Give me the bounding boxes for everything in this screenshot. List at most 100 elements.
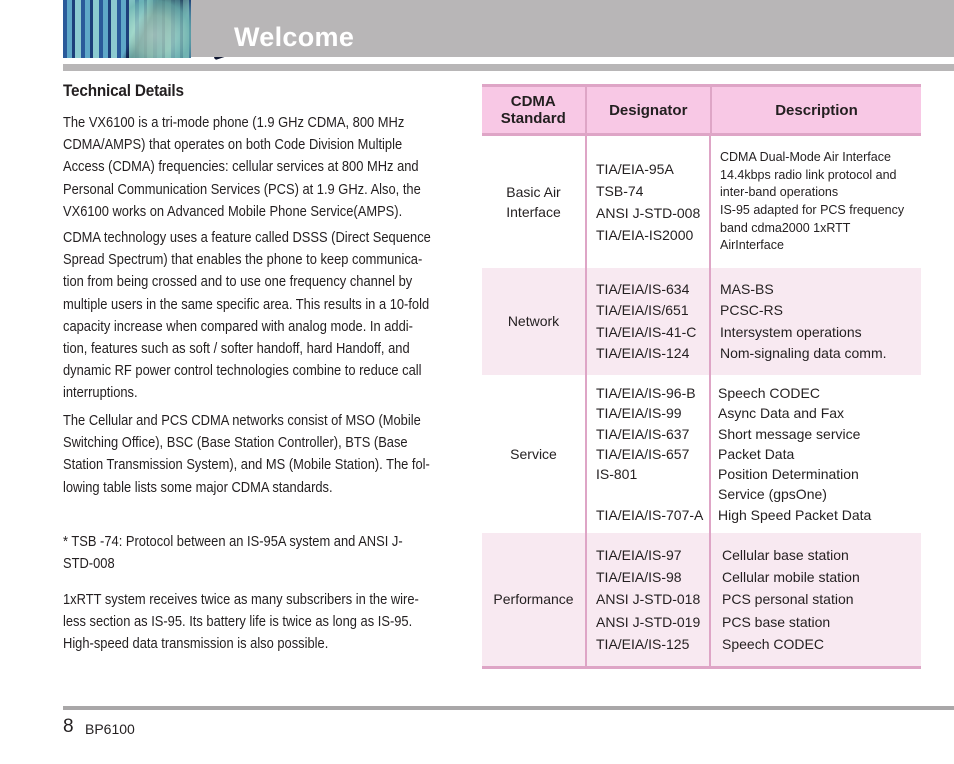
text-line: PCS personal station xyxy=(722,591,854,608)
page-number: 8 xyxy=(63,716,74,737)
text-line: interruptions. xyxy=(63,384,138,402)
model-name: BP6100 xyxy=(85,721,135,737)
footer-divider xyxy=(63,706,954,710)
text-line: Network xyxy=(507,312,560,329)
text-line: TIA/EIA/IS-96-B xyxy=(596,385,696,402)
text-line: Speech CODEC xyxy=(722,635,824,652)
text-line xyxy=(596,484,703,504)
page-title: Welcome xyxy=(234,22,355,52)
technical-details-section: Technical Details The VX6100 is a tri-mo… xyxy=(63,78,463,652)
text-line: 1xRTT system receives twice as many subs… xyxy=(63,591,419,608)
paragraph-intro: The VX6100 is a tri-mode phone (1.9 GHz … xyxy=(63,112,463,223)
text-line: High-speed data transmission is also pos… xyxy=(63,635,329,653)
text-line: CDMA xyxy=(510,93,556,110)
footnote-tsb74: * TSB -74: Protocol between an IS-95A sy… xyxy=(63,531,463,575)
cell-designators: TIA/EIA/IS-97 TIA/EIA/IS-98 ANSI J-STD-018… xyxy=(596,544,700,655)
text-line: TIA/EIA/IS-124 xyxy=(596,345,690,361)
text-line: less section as IS-95. Its battery life … xyxy=(63,613,413,631)
text-line: * TSB -74: Protocol between an IS-95A sy… xyxy=(63,533,403,550)
text-line: Description xyxy=(775,101,858,119)
text-line: CDMA Dual-Mode Air Interface xyxy=(720,150,891,165)
table-bottom-border xyxy=(482,666,921,669)
text-line: lowing table lists some major CDMA stand… xyxy=(63,478,333,496)
text-line: CDMA/AMPS) that operates on both Code Di… xyxy=(63,136,403,154)
table-row: Basic Air Interface TIA/EIA-95A TSB-74 ANSI… xyxy=(482,136,921,268)
column-header-description: Description xyxy=(709,87,921,133)
text-line: Station Transmission System), and MS (Mo… xyxy=(63,456,430,474)
table-row: Service TIA/EIA/IS-96-B TIA/EIA/IS-99 TIA/… xyxy=(482,375,921,533)
text-line: The Cellular and PCS CDMA networks consi… xyxy=(63,412,421,429)
text-line: Standard xyxy=(500,110,566,127)
text-line: ANSI J-STD-018 xyxy=(596,591,701,608)
cell-descriptions: MAS-BS PCSC-RS Intersystem operations Nom-s… xyxy=(720,279,887,365)
text-line: Speech CODEC xyxy=(718,385,820,402)
text-line: TIA/EIA/IS-637 xyxy=(596,425,690,442)
cell-descriptions: CDMA Dual-Mode Air Interface 14.4kbps rad… xyxy=(720,149,904,255)
text-line: tion, features such as soft / softer han… xyxy=(63,340,410,358)
text-line: Cellular base station xyxy=(722,546,849,563)
text-line: ANSI J-STD-019 xyxy=(596,613,701,630)
text-line: Performance xyxy=(493,591,574,608)
cell-descriptions: Speech CODEC Async Data and Fax Short mess… xyxy=(718,383,871,524)
table-row: Performance TIA/EIA/IS-97 TIA/EIA/IS-98 AN… xyxy=(482,533,921,666)
text-line: tion from being crossed and to use one f… xyxy=(63,273,413,291)
cdma-standards-table: CDMA Standard Designator Description Basi… xyxy=(482,84,921,669)
table-row: Network TIA/EIA/IS-634 TIA/EIA/IS/651 TIA/… xyxy=(482,268,921,375)
text-line: Short message service xyxy=(718,425,861,442)
text-line: The VX6100 is a tri-mode phone (1.9 GHz … xyxy=(63,114,405,131)
text-line: Cellular mobile station xyxy=(722,569,860,586)
text-line: IS-95 adapted for PCS frequency xyxy=(720,203,905,217)
text-line: TIA/EIA/IS-41-C xyxy=(596,323,697,340)
text-line: Intersystem operations xyxy=(720,323,862,340)
text-line: Interface xyxy=(506,204,561,220)
text-line: ANSI J-STD-008 xyxy=(596,205,701,221)
text-line: PCSC-RS xyxy=(720,302,784,318)
text-line: STD-008 xyxy=(63,555,115,573)
text-line: Service (gpsOne) xyxy=(718,486,827,503)
text-line: CDMA technology uses a feature called DS… xyxy=(63,229,431,246)
text-line: Switching Office), BSC (Base Station Con… xyxy=(63,434,408,452)
text-line: VX6100 works on Advanced Mobile Phone Se… xyxy=(63,202,403,220)
text-line: TIA/EIA/IS-125 xyxy=(596,635,690,652)
text-line: TIA/EIA/IS-657 xyxy=(596,445,690,462)
section-title: Technical Details xyxy=(63,81,184,100)
column-header-designator: Designator xyxy=(584,87,710,133)
text-line: TIA/EIA-IS2000 xyxy=(596,227,694,243)
header-photo xyxy=(63,0,234,61)
cell-standard: Basic Air Interface xyxy=(482,136,585,268)
cell-descriptions: Cellular base station Cellular mobile sta… xyxy=(722,544,860,655)
header-divider xyxy=(63,64,954,71)
cell-standard: Network xyxy=(482,268,585,375)
text-line: TIA/EIA-95A xyxy=(596,161,674,177)
text-line: TSB-74 xyxy=(596,183,644,199)
table-header-row: CDMA Standard Designator Description xyxy=(482,87,921,136)
text-line: Position Determination xyxy=(718,466,859,483)
cell-designators: TIA/EIA/IS-96-B TIA/EIA/IS-99 TIA/EIA/IS-6… xyxy=(596,383,703,524)
cell-designators: TIA/EIA/IS-634 TIA/EIA/IS/651 TIA/EIA/IS-4… xyxy=(596,279,696,365)
text-line: TIA/EIA/IS-707-A xyxy=(596,506,704,523)
cell-standard: Service xyxy=(482,375,585,533)
paragraph-1xrtt: 1xRTT system receives twice as many subs… xyxy=(63,589,463,656)
text-line: Personal Communication Services (PCS) at… xyxy=(63,180,421,198)
text-line: High Speed Packet Data xyxy=(718,506,872,523)
text-line: inter-band operations xyxy=(720,185,839,200)
paragraph-networks: The Cellular and PCS CDMA networks consi… xyxy=(63,410,463,499)
text-line: TIA/EIA/IS-98 xyxy=(596,569,682,586)
text-line: Packet Data xyxy=(718,445,795,462)
cell-standard: Performance xyxy=(482,533,585,666)
text-line: MAS-BS xyxy=(720,280,774,297)
column-header-standard: CDMA Standard xyxy=(482,87,585,133)
text-line: IS-801 xyxy=(596,466,638,483)
paragraph-dsss: CDMA technology uses a feature called DS… xyxy=(63,227,463,405)
text-line: TIA/EIA/IS-99 xyxy=(596,405,682,422)
text-line: TIA/EIA/IS/651 xyxy=(596,302,689,318)
text-line: band cdma2000 1xRTT xyxy=(720,220,851,235)
text-line: Access (CDMA) frequencies: cellular serv… xyxy=(63,158,419,176)
text-line: capacity increase when compared with ana… xyxy=(63,317,413,335)
text-line: Spread Spectrum) that enables the phone … xyxy=(63,251,423,269)
text-line: TIA/EIA/IS-634 xyxy=(596,280,690,297)
text-line: multiple users in the same specific area… xyxy=(63,295,430,313)
text-line: Service xyxy=(510,445,557,462)
text-line: dynamic RF power control technologies co… xyxy=(63,362,422,380)
text-line: Basic Air xyxy=(506,184,561,200)
